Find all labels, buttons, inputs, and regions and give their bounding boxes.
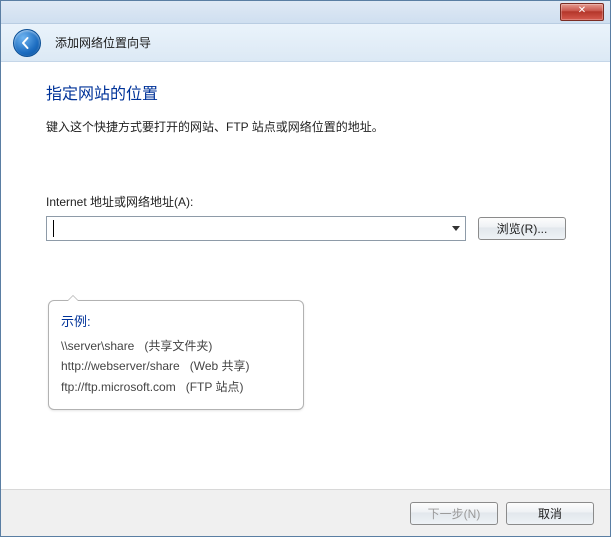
example-note: (Web 共享): [190, 359, 250, 373]
example-line: http://webserver/share (Web 共享): [61, 356, 291, 376]
wizard-body: 指定网站的位置 键入这个快捷方式要打开的网站、FTP 站点或网络位置的地址。 I…: [1, 62, 610, 489]
cancel-button[interactable]: 取消: [506, 502, 594, 525]
examples-callout: 示例: \\server\share (共享文件夹) http://webser…: [48, 300, 304, 410]
close-button[interactable]: ✕: [560, 3, 604, 21]
example-note: (FTP 站点): [186, 380, 244, 394]
titlebar: ✕: [1, 1, 610, 24]
chevron-down-icon: [452, 226, 460, 232]
address-label: Internet 地址或网络地址(A):: [46, 193, 572, 210]
browse-button[interactable]: 浏览(R)...: [478, 217, 566, 240]
example-line: \\server\share (共享文件夹): [61, 336, 291, 356]
address-combobox[interactable]: [46, 216, 466, 241]
wizard-title: 添加网络位置向导: [55, 34, 151, 51]
example-path: http://webserver/share: [61, 359, 180, 373]
wizard-window: ✕ 添加网络位置向导 指定网站的位置 键入这个快捷方式要打开的网站、FTP 站点…: [0, 0, 611, 537]
address-row: 浏览(R)...: [46, 216, 572, 241]
wizard-header: 添加网络位置向导: [1, 24, 610, 62]
example-note: (共享文件夹): [144, 339, 212, 353]
text-caret: [53, 220, 54, 237]
next-button[interactable]: 下一步(N): [410, 502, 498, 525]
example-path: ftp://ftp.microsoft.com: [61, 380, 176, 394]
page-heading: 指定网站的位置: [46, 80, 572, 104]
close-icon: ✕: [578, 5, 586, 16]
dropdown-arrow[interactable]: [447, 217, 465, 240]
address-input[interactable]: [47, 217, 447, 240]
back-arrow-icon: [19, 36, 33, 50]
page-instruction: 键入这个快捷方式要打开的网站、FTP 站点或网络位置的地址。: [46, 118, 572, 135]
examples-title: 示例:: [61, 311, 291, 330]
back-button[interactable]: [13, 29, 41, 57]
wizard-footer: 下一步(N) 取消: [1, 489, 610, 536]
example-line: ftp://ftp.microsoft.com (FTP 站点): [61, 377, 291, 397]
example-path: \\server\share: [61, 339, 134, 353]
